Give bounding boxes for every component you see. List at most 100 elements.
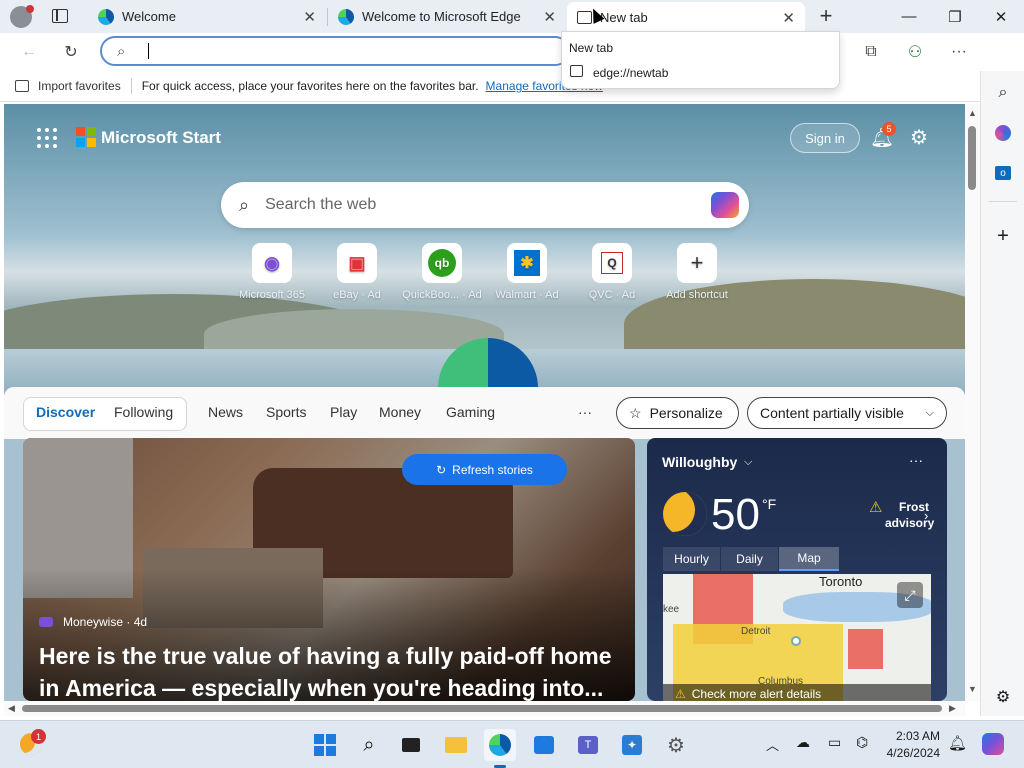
- address-input[interactable]: [146, 41, 546, 61]
- outlook-icon[interactable]: o: [991, 161, 1015, 185]
- ad-label: Ad: [367, 289, 381, 301]
- close-icon[interactable]: ✕: [543, 8, 556, 26]
- alert-details-bar[interactable]: ⚠ Check more alert details: [663, 684, 931, 701]
- scroll-left-icon[interactable]: ◀: [8, 703, 15, 714]
- weather-tab-daily[interactable]: Daily: [721, 547, 778, 571]
- copilot-taskbar-icon[interactable]: [982, 733, 1004, 755]
- scroll-down-icon[interactable]: ▼: [968, 684, 977, 694]
- edge-icon: [338, 8, 354, 25]
- frost-advisory[interactable]: Frost advisory: [869, 499, 934, 531]
- edge-taskbar-icon[interactable]: [484, 729, 516, 761]
- temperature: 50: [711, 490, 760, 539]
- tab-welcome-edge[interactable]: Welcome to Microsoft Edge ✕: [328, 4, 566, 29]
- settings-app-icon[interactable]: ⚙: [660, 729, 692, 761]
- back-icon[interactable]: ←: [14, 37, 44, 67]
- expand-icon[interactable]: ⤢: [897, 582, 923, 608]
- cloud-offline-icon[interactable]: ☁: [796, 734, 810, 751]
- shortcut-microsoft-365[interactable]: ◉ Microsoft 365: [227, 243, 317, 301]
- shortcut-walmart[interactable]: ✱ Walmart · Ad: [482, 243, 572, 301]
- weather-tab-map[interactable]: Map: [779, 547, 839, 571]
- tab-gaming[interactable]: Gaming: [446, 404, 495, 420]
- shortcut-quickbooks[interactable]: qb QuickBoo... · Ad: [397, 243, 487, 301]
- story-card[interactable]: ↻ Refresh stories Moneywise · 4d Here is…: [23, 438, 635, 701]
- web-search-box[interactable]: ⌕ Search the web: [221, 182, 749, 228]
- brand-title[interactable]: Microsoft Start: [101, 128, 221, 148]
- restore-button[interactable]: ❐: [932, 0, 978, 33]
- hover-card-url: edge://newtab: [593, 66, 669, 80]
- tab-welcome[interactable]: Welcome ✕: [88, 4, 326, 29]
- extensions-icon[interactable]: ⚇: [900, 37, 930, 67]
- temperature-unit: °F: [762, 496, 777, 512]
- weather-map[interactable]: Toronto Detroit Columbus kee ⤢: [663, 574, 931, 701]
- add-shortcut-button[interactable]: + Add shortcut: [652, 243, 742, 301]
- notification-bell-icon[interactable]: 🔔︎: [948, 734, 967, 752]
- hover-card-title: New tab: [569, 41, 614, 55]
- moon-icon: [663, 492, 707, 536]
- sidebar-settings-icon[interactable]: ⚙: [991, 685, 1015, 709]
- scroll-right-icon[interactable]: ▶: [949, 703, 956, 714]
- favorites-hint: For quick access, place your favorites h…: [141, 79, 479, 93]
- vertical-scrollbar[interactable]: ▲ ▼: [965, 104, 980, 701]
- copilot-icon[interactable]: [711, 192, 739, 218]
- close-icon[interactable]: ✕: [782, 9, 795, 27]
- plus-icon: +: [677, 243, 717, 283]
- horizontal-scrollbar[interactable]: ◀ ▶: [4, 701, 965, 716]
- weather-tab-hourly[interactable]: Hourly: [663, 547, 720, 571]
- minimize-button[interactable]: —: [886, 0, 932, 33]
- app-icon[interactable]: ✦: [616, 729, 648, 761]
- sign-in-button[interactable]: Sign in: [790, 123, 860, 153]
- tab-following[interactable]: Following: [114, 404, 173, 420]
- more-tabs-icon[interactable]: ···: [578, 404, 592, 420]
- tab-play[interactable]: Play: [330, 404, 357, 420]
- taskbar-search-icon[interactable]: ⌕: [353, 729, 385, 761]
- refresh-stories-button[interactable]: ↻ Refresh stories: [402, 454, 567, 485]
- tab-sports[interactable]: Sports: [266, 404, 306, 420]
- tab-label: Welcome to Microsoft Edge: [362, 9, 521, 24]
- file-explorer-icon[interactable]: [440, 729, 472, 761]
- clock-date[interactable]: 4/26/2024: [880, 746, 940, 760]
- chevron-down-icon[interactable]: ⌵: [744, 456, 752, 469]
- tab-news[interactable]: News: [208, 404, 243, 420]
- tab-money[interactable]: Money: [379, 404, 421, 420]
- close-icon[interactable]: ✕: [303, 8, 316, 26]
- shortcut-label: eBay: [333, 289, 359, 301]
- close-window-button[interactable]: ✕: [978, 0, 1024, 33]
- apps-launcher-icon[interactable]: [37, 128, 57, 148]
- store-icon[interactable]: [528, 729, 560, 761]
- clock-time[interactable]: 2:03 AM: [880, 729, 940, 743]
- task-view-icon[interactable]: [395, 729, 427, 761]
- scroll-thumb-horizontal[interactable]: [22, 705, 942, 712]
- add-sidebar-app-icon[interactable]: +: [991, 224, 1015, 248]
- microsoft-365-icon[interactable]: [991, 121, 1015, 145]
- scroll-thumb[interactable]: [968, 126, 976, 190]
- refresh-icon[interactable]: ↻: [56, 37, 86, 67]
- refresh-icon: ↻: [436, 462, 447, 477]
- chevron-right-icon[interactable]: ›: [924, 508, 928, 523]
- more-options-icon[interactable]: ···: [909, 452, 923, 468]
- collections-icon[interactable]: ⧉: [856, 37, 886, 67]
- tab-actions-icon[interactable]: [52, 9, 68, 23]
- shortcut-label: Microsoft 365: [238, 289, 306, 301]
- search-icon[interactable]: ⌕: [991, 81, 1015, 105]
- microsoft-365-icon: ◉: [252, 243, 292, 283]
- address-bar[interactable]: ⌕: [100, 36, 570, 66]
- shortcut-ebay[interactable]: ▣ eBay · Ad: [312, 243, 402, 301]
- settings-gear-icon[interactable]: ⚙: [910, 125, 928, 150]
- content-visibility-dropdown[interactable]: Content partially visible ⌵: [747, 397, 947, 429]
- story-headline[interactable]: Here is the true value of having a fully…: [39, 640, 629, 701]
- start-button[interactable]: [309, 729, 341, 761]
- tab-discover[interactable]: Discover: [36, 404, 95, 420]
- weather-location[interactable]: Willoughby: [662, 454, 737, 470]
- teams-icon[interactable]: T: [572, 729, 604, 761]
- weather-card: Willoughby ⌵ ··· 50 °F ⚠ Frost advisory …: [647, 438, 947, 701]
- personalize-button[interactable]: ☆ Personalize: [616, 397, 739, 429]
- new-tab-button[interactable]: +: [812, 3, 840, 28]
- more-menu-icon[interactable]: ···: [944, 37, 974, 67]
- display-icon[interactable]: ▭: [828, 734, 841, 751]
- tab-hover-card: New tab edge://newtab: [561, 31, 840, 89]
- scroll-up-icon[interactable]: ▲: [968, 108, 977, 118]
- import-favorites-button[interactable]: Import favorites: [38, 79, 121, 93]
- network-icon[interactable]: ⌬: [856, 734, 868, 751]
- chevron-up-icon[interactable]: ︿: [766, 735, 779, 754]
- shortcut-qvc[interactable]: Q QVC · Ad: [567, 243, 657, 301]
